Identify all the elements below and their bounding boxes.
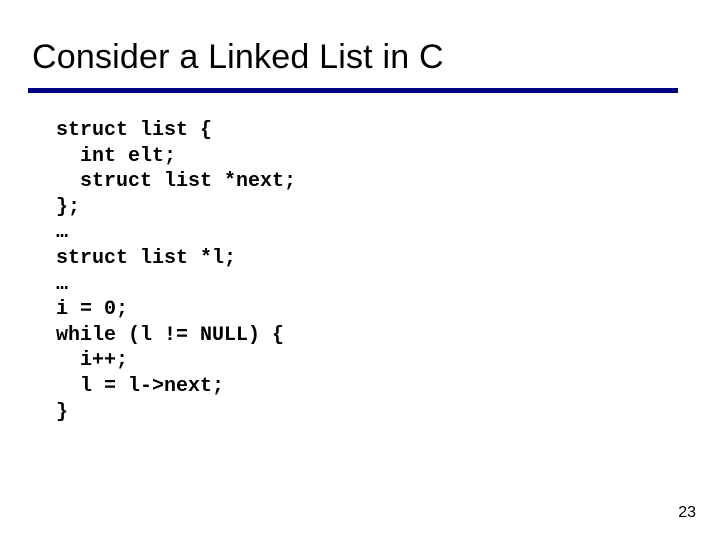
code-block: struct list { int elt; struct list *next… [56, 118, 296, 425]
slide-title: Consider a Linked List in C [32, 38, 444, 77]
title-underline [28, 88, 678, 93]
page-number: 23 [678, 504, 696, 522]
slide: Consider a Linked List in C struct list … [0, 0, 720, 540]
